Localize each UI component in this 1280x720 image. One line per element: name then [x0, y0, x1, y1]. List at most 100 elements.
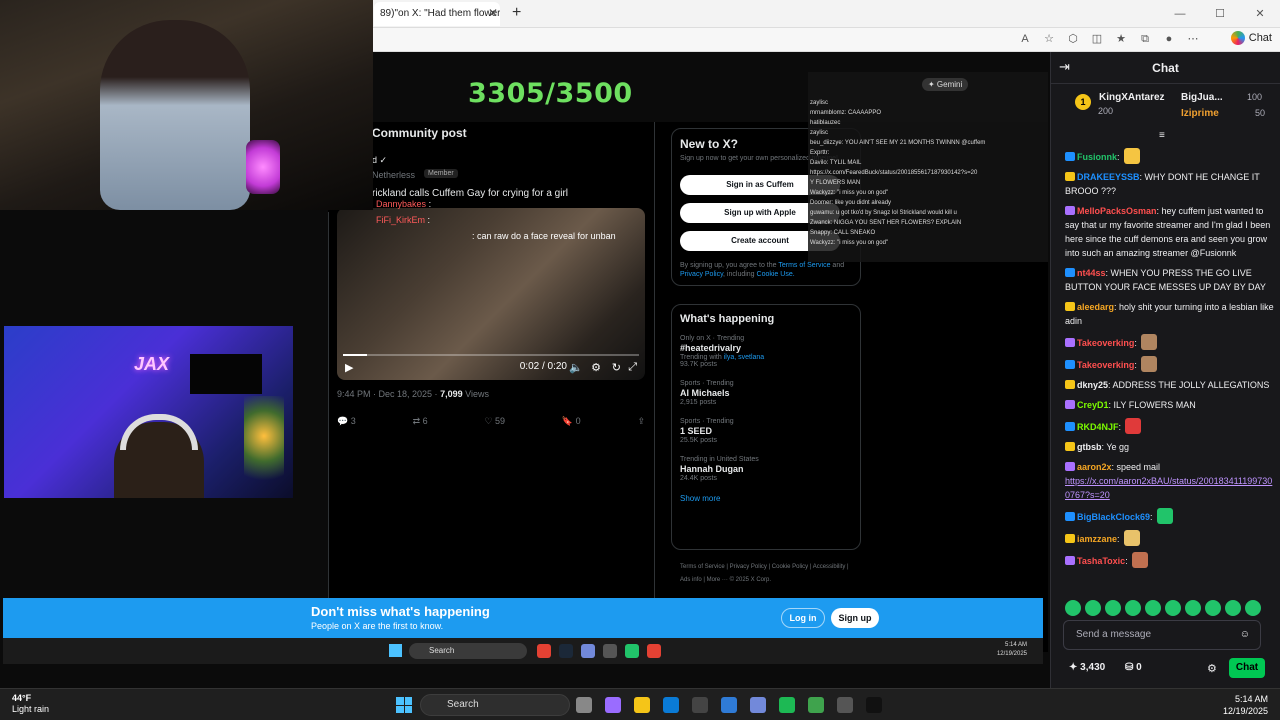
clock-time: 5:14 AM	[1234, 694, 1268, 704]
chat-username[interactable]: nt44ss	[1077, 268, 1106, 278]
app-icon[interactable]	[837, 697, 853, 713]
video-progress-bar[interactable]	[343, 354, 639, 356]
repost-button[interactable]: ⇄ 6	[413, 416, 428, 427]
chat-username[interactable]: dkny25	[1077, 380, 1108, 390]
chat-username[interactable]: aaron2x	[1077, 462, 1112, 472]
fullscreen-icon[interactable]: ⤢	[628, 361, 637, 374]
terms-link[interactable]: Terms of Service	[778, 262, 830, 269]
trend-item[interactable]: Trending in United States Hannah Dugan 2…	[680, 456, 852, 482]
trend-count: 2,915 posts	[680, 399, 717, 406]
trend-item[interactable]: Sports · Trending Al Michaels 2,915 post…	[680, 380, 852, 406]
chat-badge-icon	[1065, 380, 1075, 389]
edge-icon[interactable]	[663, 697, 679, 713]
share-icon[interactable]: ⇪	[637, 416, 645, 427]
chat-username[interactable]: DRAKEEYSSB	[1077, 172, 1140, 182]
play-icon[interactable]: ▶	[345, 361, 353, 374]
post-author[interactable]: d ✓	[372, 155, 387, 166]
file-explorer-icon[interactable]	[634, 697, 650, 713]
trend-name: Hannah Dugan	[680, 464, 744, 474]
emote-icon[interactable]	[1185, 600, 1201, 616]
scroll-indicator-icon[interactable]: ≡	[1159, 130, 1165, 141]
emote-icon[interactable]	[1125, 600, 1141, 616]
show-more-link[interactable]: Show more	[680, 494, 852, 503]
trend-item[interactable]: Only on X · Trending #heatedrivalry Tren…	[680, 335, 852, 368]
more-menu-icon[interactable]: ⋯	[1186, 32, 1200, 46]
cookie-link[interactable]: Cookie Use.	[757, 271, 795, 278]
browser-tab[interactable]: 89)"on X: "Had them flowers up	[374, 2, 500, 26]
weather-widget[interactable]: 44°F Light rain	[12, 693, 49, 715]
chat-badge-icon	[1065, 442, 1075, 451]
reply-button[interactable]: 💬 3	[337, 416, 356, 427]
read-aloud-icon[interactable]: A	[1018, 32, 1032, 46]
signup-terms: By signing up, you agree to the Terms of…	[680, 261, 852, 279]
minimize-icon[interactable]: —	[1160, 0, 1200, 28]
favorite-star-icon[interactable]: ☆	[1042, 32, 1056, 46]
emote-icon[interactable]	[1065, 600, 1081, 616]
emote-icon[interactable]	[1165, 600, 1181, 616]
outlook-icon[interactable]	[721, 697, 737, 713]
login-button[interactable]: Log in	[781, 608, 825, 628]
chat-username[interactable]: aleedarg	[1077, 302, 1114, 312]
favorites-icon[interactable]: ★	[1114, 32, 1128, 46]
extensions-icon[interactable]: ⬡	[1066, 32, 1080, 46]
emoji-picker-icon[interactable]: ☺	[1240, 629, 1250, 640]
bits-balance[interactable]: ⛁ 0	[1125, 662, 1142, 673]
channel-points[interactable]: ✦ 3,430	[1069, 662, 1105, 673]
chat-settings-icon[interactable]: ⚙	[1207, 662, 1217, 675]
taskbar-search[interactable]: Search	[420, 694, 570, 716]
chat-username[interactable]: gtbsb	[1077, 442, 1102, 452]
close-window-icon[interactable]: ✕	[1240, 0, 1280, 28]
app-icon[interactable]	[808, 697, 824, 713]
chat-username[interactable]: Takeoverking	[1077, 360, 1134, 370]
signup-button[interactable]: Sign up	[831, 608, 879, 628]
start-button[interactable]	[396, 697, 412, 713]
reply-count: 3	[350, 416, 356, 426]
settings-icon[interactable]: ⚙	[591, 361, 601, 374]
emote-icon[interactable]	[1245, 600, 1261, 616]
spotify-icon[interactable]	[779, 697, 795, 713]
chat-badge-icon	[1065, 152, 1075, 161]
x-footer-links[interactable]: Terms of Service | Privacy Policy | Cook…	[680, 561, 860, 587]
emote-icon[interactable]	[1145, 600, 1161, 616]
chat-username[interactable]: iamzzane	[1077, 534, 1117, 544]
store-icon[interactable]	[692, 697, 708, 713]
tab-close-icon[interactable]: ✕	[488, 6, 498, 20]
chat-username[interactable]: TashaToxic	[1077, 556, 1125, 566]
gift-leaderboard[interactable]: 1 KingXAntarez 200 BigJua... 100 Iziprim…	[1059, 88, 1273, 128]
chat-username[interactable]: CreyD1	[1077, 400, 1109, 410]
copilot-chat-button[interactable]: Chat	[1230, 31, 1272, 45]
system-clock[interactable]: 5:14 AM 12/19/2025	[1223, 693, 1268, 717]
send-message-input[interactable]: Send a message ☺	[1063, 620, 1261, 650]
chat-username[interactable]: MelloPacksOsman	[1077, 206, 1157, 216]
chat-username[interactable]: BigBlackClock69	[1077, 512, 1150, 522]
emote-icon[interactable]	[1105, 600, 1121, 616]
overlay-user: Dannybakes	[376, 199, 427, 209]
chat-username[interactable]: RKD4NJF	[1077, 422, 1119, 432]
chat-link[interactable]: https://x.com/aaron2xBAU/status/20018341…	[1065, 476, 1272, 500]
discord-icon[interactable]	[750, 697, 766, 713]
emote-icon[interactable]	[1225, 600, 1241, 616]
bits-value: 0	[1136, 662, 1142, 673]
send-chat-button[interactable]: Chat	[1229, 658, 1265, 678]
bookmark-button[interactable]: 🔖 0	[562, 416, 581, 427]
trend-item[interactable]: Sports · Trending 1 SEED 25.5K posts	[680, 418, 852, 444]
volume-icon[interactable]: 🔈	[569, 361, 583, 374]
gemini-button[interactable]: ✦ Gemini	[922, 78, 969, 91]
collections-icon[interactable]: ⧉	[1138, 32, 1152, 46]
emote-icon[interactable]	[1205, 600, 1221, 616]
privacy-link[interactable]: Privacy Policy	[680, 271, 723, 278]
split-screen-icon[interactable]: ◫	[1090, 32, 1104, 46]
new-tab-button[interactable]: +	[512, 4, 521, 22]
emote-icon[interactable]	[1085, 600, 1101, 616]
chat-username[interactable]: Fusionnk	[1077, 152, 1117, 162]
profile-icon[interactable]: ●	[1162, 32, 1176, 46]
copilot-app-icon[interactable]	[605, 697, 621, 713]
tiktok-icon[interactable]	[866, 697, 882, 713]
loop-icon[interactable]: ↻	[612, 361, 621, 374]
webcam-guest: JAX	[4, 326, 293, 498]
task-view-icon[interactable]	[576, 697, 592, 713]
maximize-icon[interactable]: ☐	[1200, 0, 1240, 28]
like-button[interactable]: ♡ 59	[484, 416, 505, 427]
chat-username[interactable]: Takeoverking	[1077, 338, 1134, 348]
trend-extra-link[interactable]: ilya, svetlana	[724, 354, 764, 361]
